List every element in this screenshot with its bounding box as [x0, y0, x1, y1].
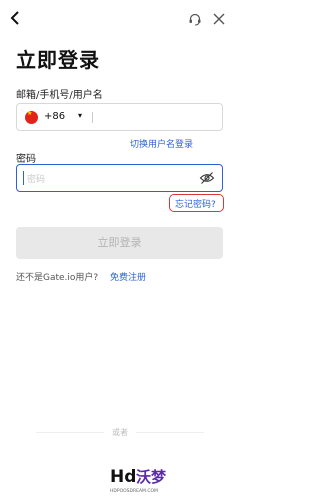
divider-left [36, 432, 104, 433]
chevron-left-icon[interactable] [8, 10, 22, 26]
svg-text:Hd: Hd [110, 467, 136, 487]
switch-username-login-link[interactable]: 切换用户名登录 [130, 137, 193, 150]
chevron-down-icon[interactable]: ▾ [78, 111, 82, 120]
divider-right [136, 432, 204, 433]
headset-icon[interactable] [188, 12, 202, 26]
free-register-link[interactable]: 免费注册 [110, 270, 146, 283]
eye-off-icon[interactable] [199, 171, 215, 185]
account-label: 邮箱/手机号/用户名 [16, 90, 103, 101]
or-separator: 或者 [112, 428, 128, 437]
register-prompt: 还不是Gate.io用户? [16, 273, 99, 283]
country-code[interactable]: +86 [44, 111, 65, 122]
text-cursor [23, 171, 24, 185]
watermark-logo: Hd 沃梦 HDPOOSDREAM.COM [104, 460, 180, 496]
china-flag-icon[interactable] [25, 110, 38, 124]
forgot-password-highlight: 忘记密码? [169, 194, 224, 212]
divider [92, 112, 93, 123]
forgot-password-link[interactable]: 忘记密码? [175, 197, 216, 210]
account-input[interactable]: +86 ▾ [16, 103, 223, 131]
login-button-label: 立即登录 [97, 236, 142, 249]
svg-text:HDPOOSDREAM.COM: HDPOOSDREAM.COM [110, 488, 158, 494]
top-bar [0, 0, 241, 40]
page-title: 立即登录 [16, 48, 100, 72]
svg-text:沃梦: 沃梦 [136, 468, 167, 486]
password-placeholder: 密码 [27, 175, 46, 185]
close-icon[interactable] [212, 12, 226, 26]
login-button[interactable]: 立即登录 [16, 227, 223, 259]
password-input[interactable]: 密码 [16, 164, 223, 192]
password-label: 密码 [16, 154, 36, 165]
